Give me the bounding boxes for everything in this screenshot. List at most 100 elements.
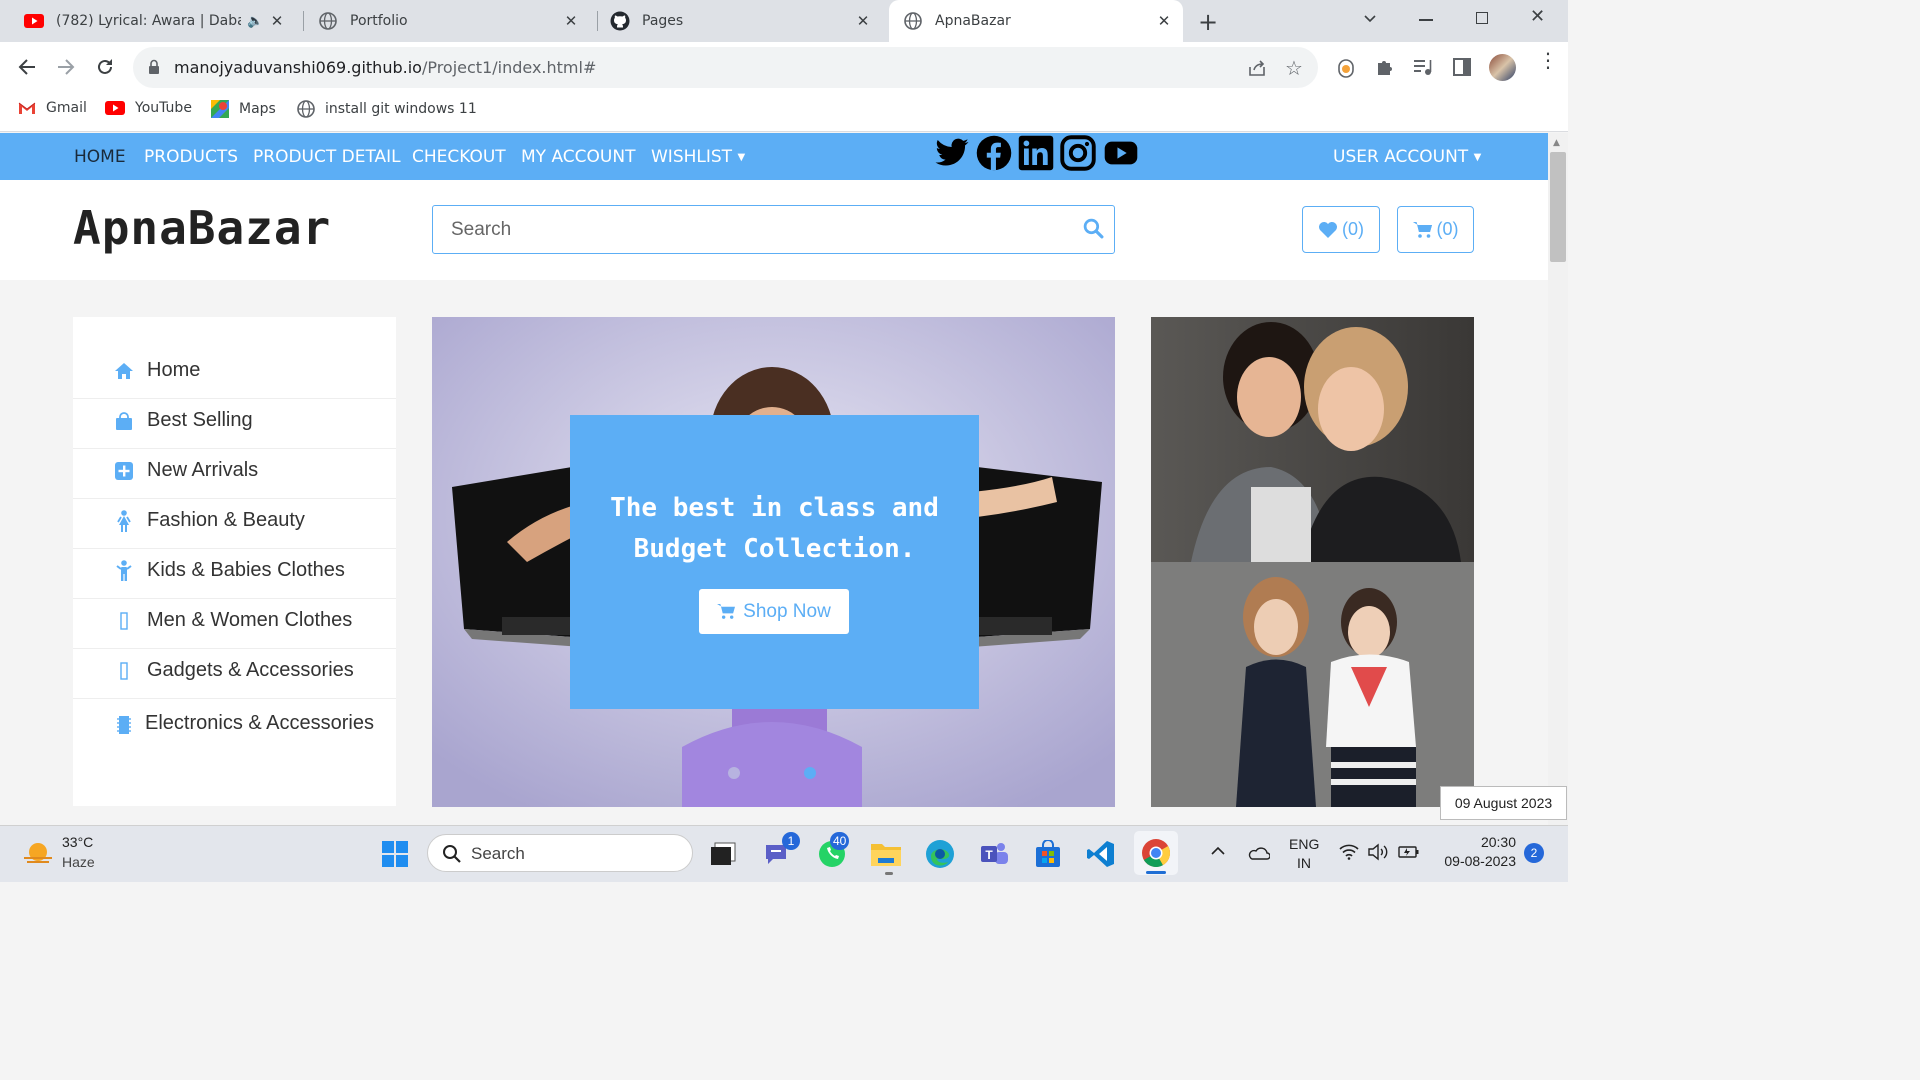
user-account-label: USER ACCOUNT (1333, 147, 1469, 167)
bookmark-gmail[interactable]: Gmail (18, 100, 87, 116)
sidebar-item-home[interactable]: Home (73, 359, 396, 399)
store-icon[interactable] (1030, 836, 1066, 872)
search-icon (442, 844, 462, 864)
star-icon[interactable]: ☆ (1285, 56, 1303, 80)
tab-title: (782) Lyrical: Awara | Dabangg (56, 13, 241, 29)
task-view-icon[interactable] (705, 836, 741, 872)
sidebar-item-gadgets[interactable]: Gadgets & Accessories (73, 649, 396, 699)
tab-search-icon[interactable] (1362, 10, 1378, 26)
twitter-icon[interactable] (934, 135, 970, 171)
promo-image-women[interactable] (1151, 317, 1474, 807)
side-panel-icon[interactable] (1453, 58, 1471, 76)
nav-user-account[interactable]: USER ACCOUNT ▼ (1333, 147, 1481, 167)
show-hidden-icons[interactable] (1210, 844, 1226, 858)
close-tab-icon[interactable]: ✕ (562, 12, 580, 30)
close-tab-icon[interactable]: ✕ (1155, 12, 1173, 30)
sidebar-item-new-arrivals[interactable]: New Arrivals (73, 449, 396, 499)
chrome-icon[interactable] (1134, 831, 1178, 875)
sidebar-item-men-women[interactable]: Men & Women Clothes (73, 599, 396, 649)
scroll-up-icon[interactable]: ▲ (1553, 138, 1560, 148)
close-tab-icon[interactable]: ✕ (854, 12, 872, 30)
teams-chat-icon[interactable]: 1 (760, 832, 800, 872)
search-icon[interactable] (1083, 218, 1104, 239)
lang-label[interactable]: ENG (1289, 836, 1319, 852)
sidebar-label: Electronics & Accessories (145, 712, 374, 734)
sidebar-item-electronics[interactable]: Electronics & Accessories (73, 699, 396, 779)
search-input[interactable] (451, 216, 1051, 244)
tab-youtube[interactable]: (782) Lyrical: Awara | Dabangg 🔈 ✕ (24, 0, 296, 42)
carousel-dot-active[interactable] (804, 767, 816, 779)
tab-apnabazar[interactable]: ApnaBazar ✕ (889, 0, 1183, 42)
taskbar-search-label: Search (471, 844, 525, 863)
edge-icon[interactable] (922, 836, 958, 872)
url-text[interactable]: manojyaduvanshi069.github.io/Project1/in… (174, 58, 596, 77)
taskbar-search[interactable]: Search (427, 834, 693, 872)
puzzle-icon[interactable] (1375, 57, 1395, 77)
sidebar-label: Home (147, 359, 201, 381)
sidebar-item-best-selling[interactable]: Best Selling (73, 399, 396, 449)
share-icon[interactable] (1247, 58, 1267, 78)
whatsapp-badge: 40 (830, 832, 850, 850)
file-explorer-icon[interactable] (868, 836, 904, 872)
sidebar-item-fashion-beauty[interactable]: Fashion & Beauty (73, 499, 396, 549)
linkedin-icon[interactable] (1018, 135, 1054, 171)
bookmark-youtube[interactable]: YouTube (105, 100, 192, 116)
globe-icon (297, 100, 315, 118)
clock-time[interactable]: 20:30 (1434, 834, 1516, 850)
volume-icon[interactable] (1368, 843, 1390, 861)
windows-start-icon[interactable] (377, 836, 413, 872)
minimize-icon[interactable] (1419, 19, 1433, 21)
sidebar-item-kids-babies[interactable]: Kids & Babies Clothes (73, 549, 396, 599)
carousel-dot[interactable] (728, 767, 740, 779)
bookmark-maps[interactable]: Maps (211, 100, 276, 118)
reload-icon[interactable] (95, 57, 115, 77)
more-menu-icon[interactable]: ⋮ (1538, 50, 1558, 70)
nav-product-detail[interactable]: PRODUCT DETAIL (253, 147, 401, 167)
region-label[interactable]: IN (1289, 855, 1319, 871)
lock-icon[interactable] (148, 59, 160, 75)
nav-my-account[interactable]: MY ACCOUNT (521, 147, 635, 167)
instagram-icon[interactable] (1060, 135, 1096, 171)
social-icons (934, 135, 1140, 171)
onedrive-icon[interactable] (1246, 844, 1270, 860)
nav-checkout[interactable]: CHECKOUT (412, 147, 506, 167)
facebook-icon[interactable] (976, 135, 1012, 171)
bookmark-label: Gmail (46, 100, 87, 116)
youtube-icon[interactable] (1102, 136, 1140, 170)
tab-pages[interactable]: Pages ✕ (610, 0, 882, 42)
wifi-icon[interactable] (1339, 844, 1359, 860)
youtube-icon (105, 101, 125, 115)
forward-icon[interactable] (56, 57, 76, 77)
nav-wishlist[interactable]: WISHLIST ▼ (651, 147, 745, 167)
clock-date[interactable]: 09-08-2023 (1434, 853, 1516, 869)
weather-icon[interactable] (22, 838, 54, 868)
close-window-icon[interactable]: ✕ (1530, 6, 1545, 27)
cart-count: (0) (1436, 219, 1459, 239)
speaker-icon[interactable]: 🔈 (247, 14, 263, 29)
bookmark-install-git[interactable]: install git windows 11 (297, 100, 477, 118)
site-logo[interactable]: ApnaBazar (73, 201, 331, 255)
battery-icon[interactable] (1398, 844, 1420, 860)
tab-portfolio[interactable]: Portfolio ✕ (318, 0, 590, 42)
nav-home[interactable]: HOME (74, 147, 126, 167)
notification-badge[interactable]: 2 (1524, 843, 1544, 863)
missing-icon (112, 609, 136, 633)
media-control-icon[interactable] (1413, 58, 1433, 76)
nav-products[interactable]: PRODUCTS (144, 147, 238, 167)
restore-icon[interactable] (1476, 12, 1488, 24)
whatsapp-icon[interactable]: 40 (814, 832, 850, 872)
teams-icon[interactable]: T (976, 836, 1012, 872)
vscode-icon[interactable] (1083, 836, 1119, 872)
close-tab-icon[interactable]: ✕ (268, 12, 286, 30)
profile-avatar[interactable] (1489, 54, 1516, 81)
scrollbar-thumb[interactable] (1550, 152, 1566, 262)
new-tab-icon[interactable]: + (1198, 8, 1218, 36)
wishlist-count: (0) (1342, 219, 1364, 239)
wishlist-button[interactable]: (0) (1302, 206, 1380, 253)
cart-button[interactable]: (0) (1397, 206, 1474, 253)
cart-icon (717, 603, 736, 620)
hero-headline: The best in class and Budget Collection. (610, 493, 939, 564)
shop-now-button[interactable]: Shop Now (699, 589, 849, 634)
back-icon[interactable] (17, 57, 37, 77)
extension-icon[interactable] (1337, 57, 1355, 79)
